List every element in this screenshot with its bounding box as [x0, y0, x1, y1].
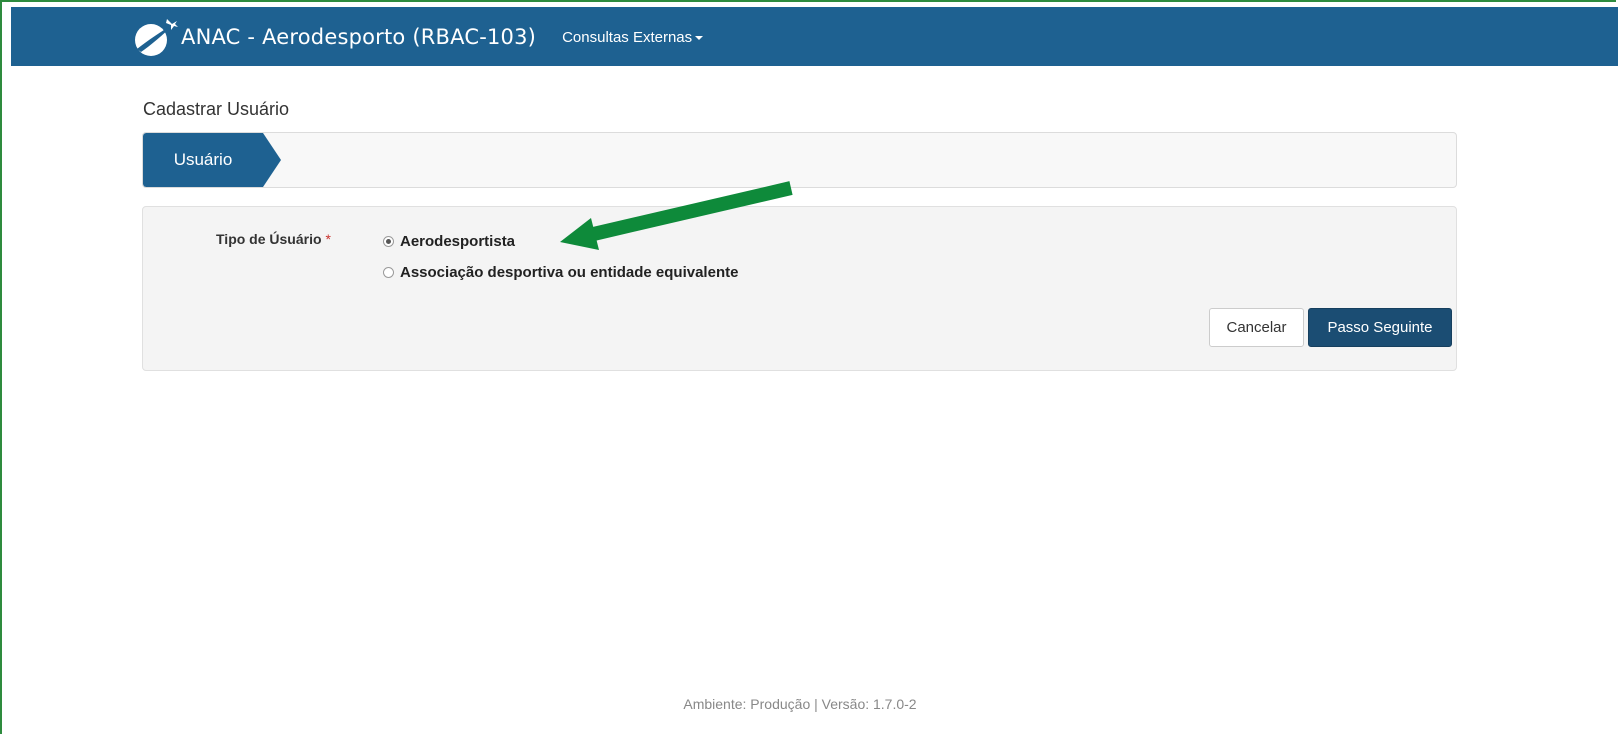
green-arrow-icon: [560, 181, 793, 250]
user-type-label: Tipo de Úsuário *: [216, 231, 331, 247]
radio-aerodesportista[interactable]: [383, 236, 394, 247]
brand: ANAC - Aerodesporto (RBAC-103) Consultas…: [131, 15, 704, 59]
top-navbar: ANAC - Aerodesporto (RBAC-103) Consultas…: [11, 7, 1618, 66]
radio-option-associacao[interactable]: Associação desportiva ou entidade equiva…: [383, 264, 738, 281]
wizard-step-usuario: Usuário: [143, 133, 281, 187]
page-title: Cadastrar Usuário: [143, 99, 290, 119]
app-title[interactable]: ANAC - Aerodesporto (RBAC-103): [181, 25, 536, 49]
radio-label-associacao[interactable]: Associação desportiva ou entidade equiva…: [400, 264, 738, 281]
user-type-label-text: Tipo de Úsuário: [216, 231, 322, 247]
footer-version: Ambiente: Produção | Versão: 1.7.0-2: [683, 696, 917, 712]
wizard-step-arrow-icon: [263, 133, 281, 187]
radio-associacao[interactable]: [383, 267, 394, 278]
consultas-externas-dropdown[interactable]: Consultas Externas: [562, 28, 704, 46]
caret-down-icon: [695, 36, 704, 40]
anac-plane-logo-icon[interactable]: [131, 15, 179, 59]
radio-option-aerodesportista[interactable]: Aerodesportista: [383, 233, 515, 250]
nav-menu-label: Consultas Externas: [562, 28, 693, 46]
next-step-button[interactable]: Passo Seguinte: [1308, 308, 1452, 347]
required-marker: *: [325, 231, 331, 247]
cancel-button[interactable]: Cancelar: [1209, 308, 1304, 347]
radio-label-aerodesportista[interactable]: Aerodesportista: [400, 233, 515, 250]
wizard-step-label: Usuário: [143, 133, 263, 187]
